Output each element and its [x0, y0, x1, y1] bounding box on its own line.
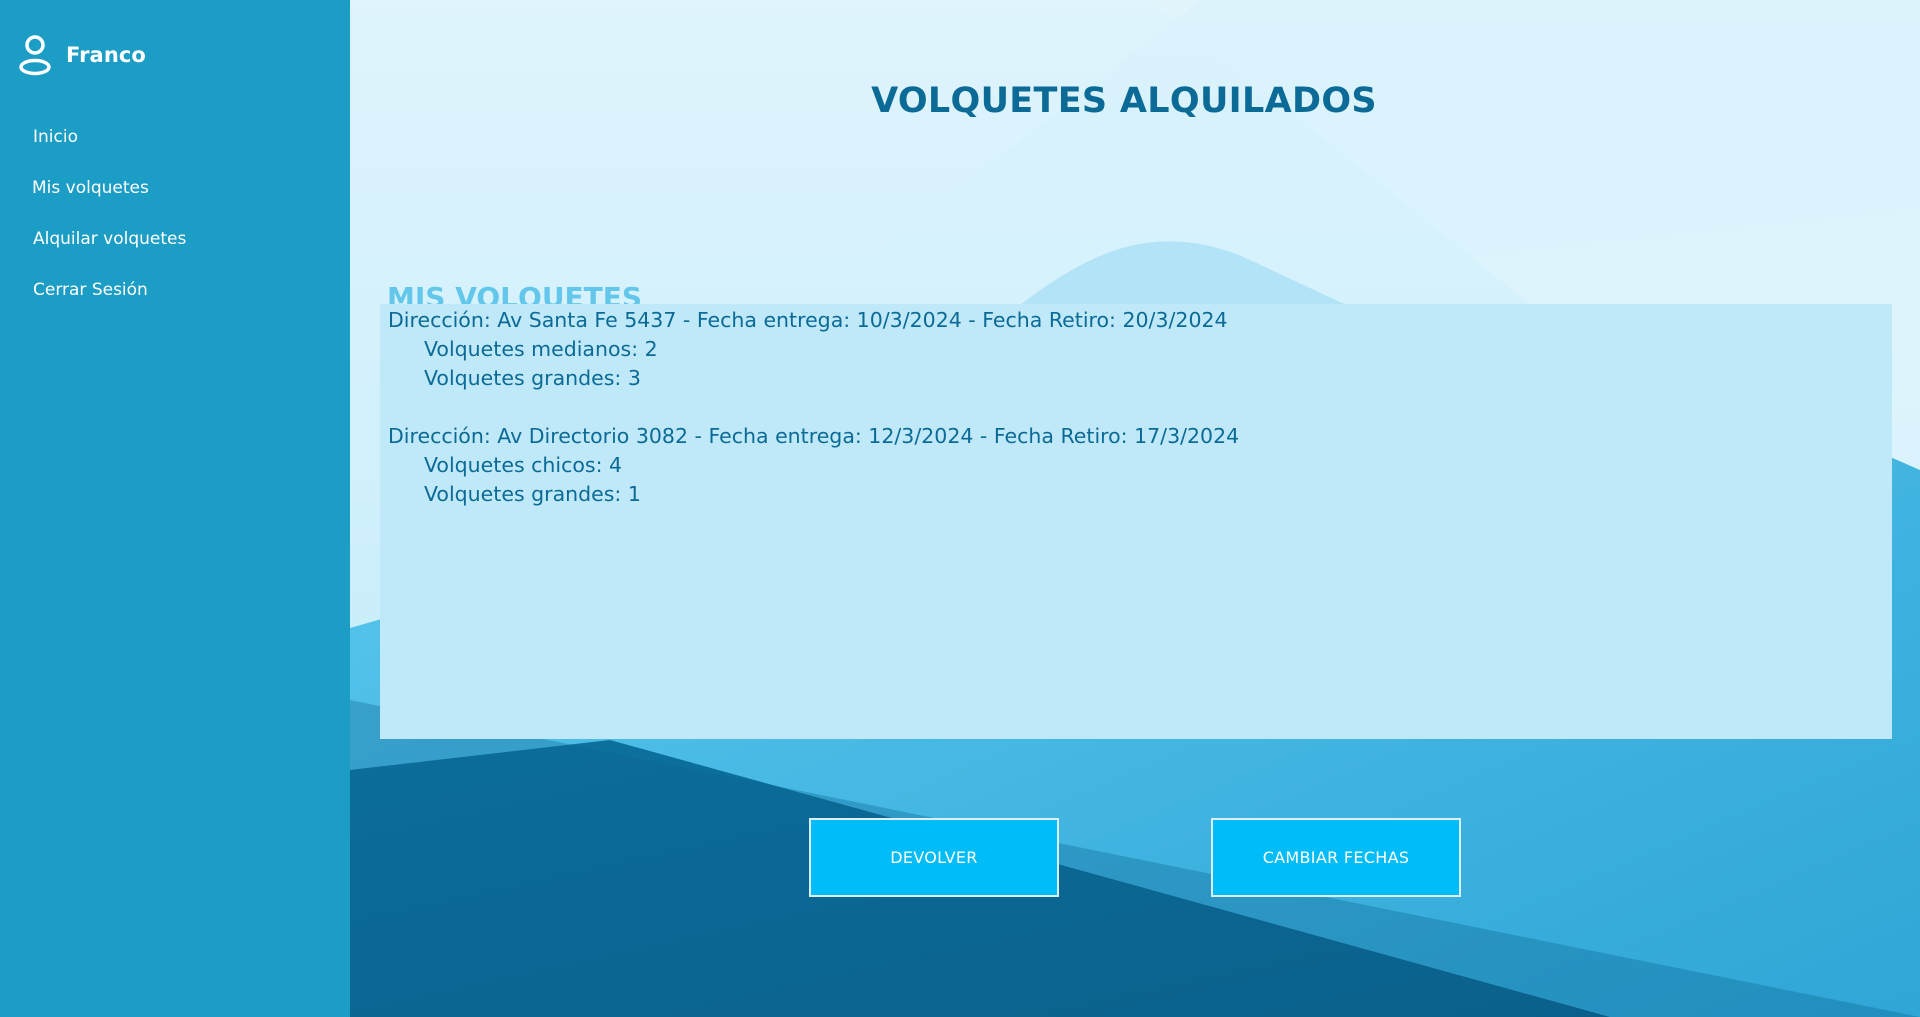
list-item[interactable]: Dirección: Av Directorio 3082 - Fecha en…: [388, 422, 1884, 509]
sidebar-item-cerrar-sesion[interactable]: Cerrar Sesión: [33, 279, 148, 301]
app-window: Franco Inicio Mis volquetes Alquilar vol…: [0, 0, 1920, 1017]
user-profile: Franco: [18, 34, 146, 76]
change-dates-button[interactable]: CAMBIAR FECHAS: [1211, 818, 1461, 897]
page-title: VOLQUETES ALQUILADOS: [871, 81, 1377, 122]
return-button[interactable]: DEVOLVER: [809, 818, 1059, 897]
sidebar-item-alquilar-volquetes[interactable]: Alquilar volquetes: [33, 228, 186, 250]
user-name: Franco: [66, 43, 146, 67]
rentals-list[interactable]: Dirección: Av Santa Fe 5437 - Fecha entr…: [380, 304, 1892, 739]
sidebar: Franco Inicio Mis volquetes Alquilar vol…: [0, 0, 350, 1017]
person-icon: [19, 35, 51, 76]
rental-detail: Volquetes grandes: 1: [424, 482, 641, 506]
sidebar-item-mis-volquetes[interactable]: Mis volquetes: [32, 177, 149, 199]
main-content: VOLQUETES ALQUILADOS MIS VOLQUETES Direc…: [350, 0, 1920, 1017]
sidebar-item-inicio[interactable]: Inicio: [33, 126, 78, 148]
rental-header: Dirección: Av Santa Fe 5437 - Fecha entr…: [388, 308, 1228, 332]
rental-header: Dirección: Av Directorio 3082 - Fecha en…: [388, 424, 1240, 448]
rental-detail: Volquetes medianos: 2: [424, 337, 658, 361]
list-item[interactable]: Dirección: Av Santa Fe 5437 - Fecha entr…: [388, 306, 1884, 393]
rental-detail: Volquetes chicos: 4: [424, 453, 623, 477]
rental-detail: Volquetes grandes: 3: [424, 366, 641, 390]
